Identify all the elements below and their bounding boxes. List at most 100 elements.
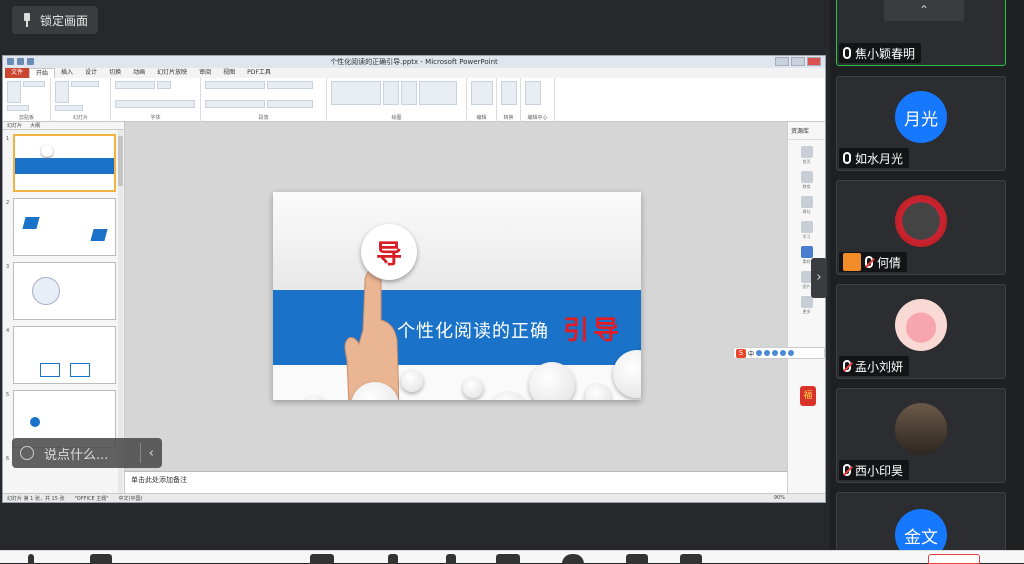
group-paragraph[interactable]: 段落 bbox=[201, 78, 327, 122]
emoji-icon[interactable] bbox=[20, 446, 34, 460]
sogou-icon: S bbox=[736, 348, 746, 358]
participant-tile[interactable]: 西小印昊 bbox=[836, 388, 1006, 483]
ppt-titlebar: 个性化阅读的正确引导.pptx - Microsoft PowerPoint bbox=[3, 56, 825, 68]
slide-editor: 导 个性化阅读的正确 引导 单击此处添加备注 bbox=[125, 122, 787, 493]
finger-image bbox=[344, 270, 399, 400]
slide-title-highlight: 引导 bbox=[563, 316, 624, 346]
ribbon-tabs: 文件 开始 插入 设计 切换 动画 幻灯片放映 审阅 视图 PDF工具 bbox=[3, 67, 825, 79]
tab-animations[interactable]: 动画 bbox=[127, 68, 151, 78]
status-language: 中文(中国) bbox=[118, 495, 143, 502]
decor-bubble bbox=[529, 362, 575, 400]
participant-name: 孟小刘妍 bbox=[855, 359, 904, 374]
thumb-tab-outline[interactable]: 大纲 bbox=[30, 122, 40, 129]
current-slide[interactable]: 导 个性化阅读的正确 引导 bbox=[273, 192, 641, 400]
chevron-left-icon[interactable]: ‹ bbox=[149, 446, 154, 461]
participant-name: 如水月光 bbox=[855, 151, 904, 166]
pin-icon bbox=[22, 13, 32, 27]
mic-icon bbox=[843, 47, 851, 59]
mic-muted-icon bbox=[843, 360, 851, 372]
material-icon[interactable] bbox=[800, 246, 813, 258]
avatar: 金文 bbox=[895, 509, 947, 551]
chat-input-bar[interactable]: 说点什么... ‹ bbox=[12, 438, 162, 468]
status-zoom[interactable]: 90% bbox=[774, 495, 785, 501]
shared-screen-area: 锁定画面 个性化阅读的正确引导.pptx - Microsoft PowerPo… bbox=[0, 0, 828, 550]
group-edit-center[interactable]: 编辑中心 bbox=[521, 78, 555, 122]
site-icon[interactable] bbox=[800, 196, 813, 208]
participant-tile[interactable]: 金文 bbox=[836, 492, 1006, 552]
participant-name: 何倩 bbox=[877, 255, 902, 270]
thumb-tab-slides[interactable]: 幻灯片 bbox=[7, 122, 22, 129]
thumb-number: 1 bbox=[6, 136, 10, 142]
participant-nametag: 如水月光 bbox=[839, 148, 910, 168]
decor-bubble bbox=[401, 370, 423, 392]
slide-thumbnail[interactable] bbox=[13, 326, 116, 384]
avatar: 月光 bbox=[895, 91, 947, 143]
slide-badge: 导 bbox=[361, 224, 417, 280]
chat-placeholder[interactable]: 说点什么... bbox=[44, 444, 108, 463]
status-slide: 幻灯片 第 1 张，共 15 张 bbox=[7, 495, 65, 502]
collapse-panel-button[interactable]: › bbox=[811, 258, 827, 298]
tab-pdf[interactable]: PDF工具 bbox=[241, 68, 277, 78]
quick-access-toolbar[interactable] bbox=[7, 58, 34, 65]
tab-transitions[interactable]: 切换 bbox=[103, 68, 127, 78]
mic-muted-icon bbox=[843, 464, 851, 476]
mic-icon bbox=[843, 152, 851, 164]
tab-design[interactable]: 设计 bbox=[79, 68, 103, 78]
thumb-number: 3 bbox=[6, 264, 10, 270]
participant-nametag: 孟小刘妍 bbox=[839, 356, 910, 376]
slide-thumbnail[interactable] bbox=[13, 198, 116, 256]
status-theme: "OFFICE 主题" bbox=[74, 495, 109, 502]
participant-tile[interactable]: ⌃ 焦小颖春明 bbox=[836, 0, 1006, 66]
group-editing[interactable]: 编辑 bbox=[467, 78, 497, 122]
education-icon[interactable] bbox=[800, 171, 813, 183]
participant-name: 焦小颖春明 bbox=[855, 46, 916, 61]
thumb-number: 6 bbox=[6, 456, 10, 462]
participant-tile[interactable]: 何倩 bbox=[836, 180, 1006, 275]
tab-insert[interactable]: 插入 bbox=[55, 68, 79, 78]
avatar bbox=[895, 195, 947, 247]
window-controls[interactable] bbox=[775, 57, 821, 66]
resource-side-pane: 资源库 首页 教育 建站 学习 素材 图片 更多 bbox=[787, 122, 825, 493]
ppt-statusbar: 幻灯片 第 1 张，共 15 张 "OFFICE 主题" 中文(中国) 90% bbox=[3, 493, 825, 502]
tab-view[interactable]: 视图 bbox=[217, 68, 241, 78]
participant-nametag: 何倩 bbox=[839, 252, 908, 272]
tab-home[interactable]: 开始 bbox=[29, 67, 56, 79]
group-font[interactable]: 字体 bbox=[111, 78, 201, 122]
avatar bbox=[895, 403, 947, 455]
participant-nametag: 西小印昊 bbox=[839, 460, 910, 480]
ime-mode[interactable]: 中 bbox=[748, 349, 754, 358]
thumb-number: 4 bbox=[6, 328, 10, 334]
tab-review[interactable]: 审阅 bbox=[193, 68, 217, 78]
participant-tile[interactable]: 月光 如水月光 bbox=[836, 76, 1006, 171]
group-clipboard[interactable]: 剪贴板 bbox=[3, 78, 51, 122]
lock-label: 锁定画面 bbox=[40, 13, 89, 28]
meeting-control-bar bbox=[0, 550, 1024, 564]
slide-title: 个性化阅读的正确 bbox=[397, 321, 549, 342]
thumb-number: 5 bbox=[6, 392, 10, 398]
mic-muted-icon bbox=[865, 256, 873, 268]
ribbon: 剪贴板 幻灯片 字体 段落 绘图 编辑 转换 编辑中心 bbox=[3, 78, 825, 122]
chevron-up-icon[interactable]: ⌃ bbox=[884, 0, 964, 21]
group-slides[interactable]: 幻灯片 bbox=[51, 78, 111, 122]
tab-file[interactable]: 文件 bbox=[5, 68, 30, 78]
lock-screen-button[interactable]: 锁定画面 bbox=[12, 6, 99, 34]
powerpoint-window: 个性化阅读的正确引导.pptx - Microsoft PowerPoint 文… bbox=[2, 55, 826, 503]
ppt-window-title: 个性化阅读的正确引导.pptx - Microsoft PowerPoint bbox=[330, 58, 498, 66]
tab-slideshow[interactable]: 幻灯片放映 bbox=[151, 68, 193, 78]
participant-name: 西小印昊 bbox=[855, 463, 904, 478]
fu-badge-icon[interactable]: 福 bbox=[800, 386, 816, 406]
group-convert[interactable]: 转换 bbox=[497, 78, 521, 122]
home-icon[interactable] bbox=[800, 146, 813, 158]
more-icon[interactable] bbox=[800, 296, 813, 308]
side-pane-header[interactable]: 资源库 bbox=[788, 122, 825, 140]
participant-tile[interactable]: 孟小刘妍 bbox=[836, 284, 1006, 379]
notes-pane[interactable]: 单击此处添加备注 bbox=[125, 471, 787, 493]
group-drawing[interactable]: 绘图 bbox=[327, 78, 467, 122]
thumb-number: 2 bbox=[6, 200, 10, 206]
study-icon[interactable] bbox=[800, 221, 813, 233]
slide-thumbnail[interactable] bbox=[13, 262, 116, 320]
ime-toolbar[interactable]: S 中 bbox=[733, 347, 825, 359]
avatar bbox=[895, 299, 947, 351]
decor-bubble bbox=[463, 378, 483, 398]
slide-thumbnail[interactable] bbox=[13, 134, 116, 192]
